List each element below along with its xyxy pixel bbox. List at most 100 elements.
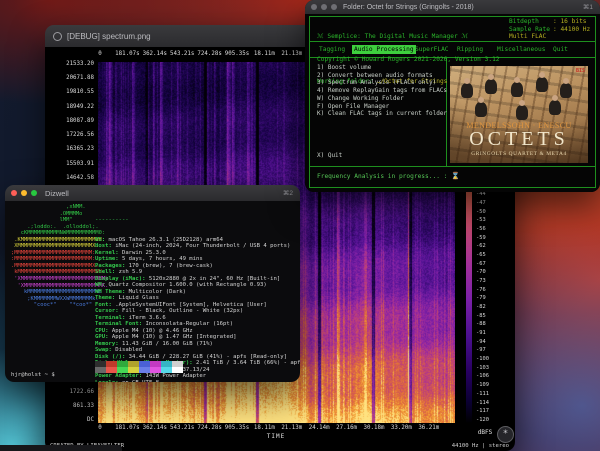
fetch-info-label: Disk (/): [95,354,125,360]
time-axis-bottom: 0181.07s362.14s543.21s724.28s905.35s18.1… [45,425,515,432]
album-person [549,100,561,115]
legend-tick-label: -67 [476,261,502,267]
format-metadata: Bitdepth: 16 bitsSample Rate: 44100 HzMu… [509,18,590,41]
person-head [464,78,470,84]
color-swatch [150,367,161,373]
fetch-info-label: Memory: [95,341,119,347]
semplice-content: ℳ Semplice: The Digital Music Manager ℳ … [305,14,600,192]
fetch-info-label: Swap: [95,347,112,353]
freq-tick-label: 21533.20 [45,61,94,67]
fetch-info-label: GPU: [95,334,108,340]
menu-item[interactable]: 2) Convert between audio formats [317,72,447,80]
legend-tick-label: -91 [476,330,502,336]
legend-tick-label: -44 [476,191,502,197]
metadata-value: : 44100 Hz [553,26,590,33]
legend-tick-label: -79 [476,295,502,301]
traffic-lights[interactable] [311,4,337,10]
fetch-info-label: Cursor: [95,308,119,314]
album-person [461,83,473,98]
zoom-icon[interactable] [31,190,37,196]
metadata-label: Bitdepth [509,18,553,26]
terminal-content[interactable]: ,xNMM. .OMMMMo lMM" .;loddo:. .olloddol;… [5,201,300,382]
shell-prompt[interactable]: hjr@holst ~ $ [11,372,55,378]
fetch-info-label: Font: [95,302,112,308]
zoom-icon[interactable] [331,4,337,10]
fetch-info-label: Power Adapter: [95,373,142,379]
tab-audio-processing[interactable]: Audio Processing [352,45,416,54]
menu-item[interactable]: K) Clean FLAC tags in current folder [317,110,447,118]
person-head [488,74,494,80]
legend-tick-label: -53 [476,217,502,223]
semplice-titlebar[interactable]: Folder: Octet for Strings (Gringolts - 2… [305,0,600,14]
freq-tick-label: 16365.23 [45,146,94,152]
fetch-info-label: Kernel: [95,250,119,256]
freq-tick-label: 19810.55 [45,89,94,95]
close-icon[interactable] [11,190,17,196]
person-head [514,77,520,83]
menu-item[interactable]: 1) Boost volume [317,64,447,72]
loupe-icon[interactable]: * [497,426,514,443]
tab-ripping[interactable]: Ripping [455,45,485,54]
ascii-art-line: 'XMMMMMMMMMMMMMMMMMMMMMMMMMMk [11,276,108,283]
minimize-icon[interactable] [321,4,327,10]
status-text: Frequency Analysis in progress... : [317,173,451,180]
menu-item-quit[interactable]: X) Quit [317,152,342,159]
fetch-info-label: WM Theme: [95,289,125,295]
album-cover: BIS MENDELSSOHN · ENESCU OCTETS GRINGOLT… [450,66,588,163]
neofetch-separator: ---------- [95,217,300,224]
color-swatch [106,367,117,373]
terminal-color-palette [95,361,183,373]
semplice-window[interactable]: Folder: Octet for Strings (Gringolts - 2… [305,0,600,192]
legend-tick-label: -97 [476,347,502,353]
menu-item[interactable]: W) Change Working Folder [317,95,447,103]
color-swatch [139,367,150,373]
terminal-window[interactable]: Dizwell ⌘2 ,xNMM. .OMMMMo lMM" .;loddo:.… [5,185,300,382]
fetch-info-label: Locale: [95,380,119,383]
tab-quit[interactable]: Quit [551,45,570,54]
menu-item[interactable]: 4) Remove ReplayGain tags from FLACs [317,87,447,95]
legend-tick-label: -100 [476,356,502,362]
spectrum-window-title: [DEBUG] spectrum.png [67,32,151,41]
legend-tick-label: -50 [476,209,502,215]
legend-tick-label: -65 [476,252,502,258]
legend-tick-label: -120 [476,417,502,423]
terminal-titlebar[interactable]: Dizwell ⌘2 [5,185,300,201]
tab-superflac[interactable]: SuperFLAC [413,45,451,54]
background-window-edge [0,445,122,451]
person-head [478,97,484,103]
ascii-art-line: "cooc*" "*coo*" [11,302,108,309]
fetch-info-label: Terminal Font: [95,321,142,327]
close-icon[interactable] [311,4,317,10]
legend-tick-label: -103 [476,365,502,371]
time-axis-label: TIME [256,433,296,440]
palette-row [95,367,183,373]
ascii-art-line: kMMMMMMMMMMMMMMMMMMMMMMd [11,289,108,296]
menu-item[interactable]: F) Open File Manager [317,103,447,111]
hourglass-icon: ⌛ [451,172,460,180]
legend-tick-label: -117 [476,408,502,414]
minimize-icon[interactable] [21,190,27,196]
window-shortcut-badge: ⌘2 [283,189,293,197]
ascii-art-line: cKMMMMMMMMMMNWMMMMMMMMMM0: [11,230,108,237]
tab-miscellaneous[interactable]: Miscellaneous [495,45,547,54]
semplice-window-title: Folder: Octet for Strings (Gringolts - 2… [343,4,474,11]
neofetch-info: ---------- OS: macOS Tahoe 26.3.1 (25D21… [95,204,300,382]
time-tick-label: 36.21m [412,425,446,431]
audio-processing-menu: 1) Boost volume2) Convert between audio … [317,64,447,118]
terminal-window-title: Dizwell [45,189,69,198]
album-person [560,83,572,98]
color-swatch [117,367,128,373]
fetch-info-label: OS: [95,237,105,243]
freq-tick-label: 17226.56 [45,132,94,138]
legend-tick-label: -94 [476,339,502,345]
metadata-row: Multi FLAC [509,33,590,41]
traffic-lights[interactable] [11,190,37,196]
freq-tick-label: 20671.88 [45,75,94,81]
legend-tick-label: -106 [476,373,502,379]
color-swatch [161,367,172,373]
person-head [519,100,525,106]
image-app-icon [53,32,62,41]
color-swatch [172,367,183,373]
menu-item[interactable]: 3) Spectrum Analysis (FLACs only) [317,79,447,87]
tab-tagging[interactable]: Tagging [317,45,347,54]
